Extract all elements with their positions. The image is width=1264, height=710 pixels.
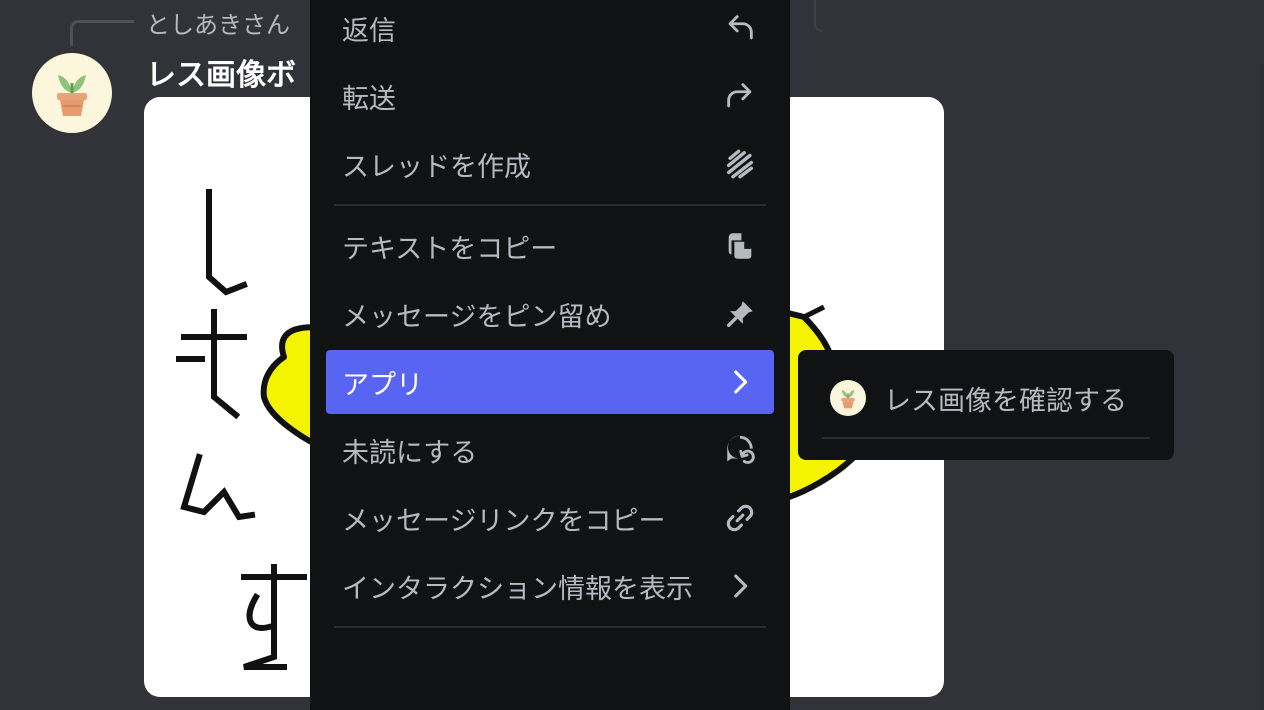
app-avatar: [830, 380, 866, 416]
menu-item-label: メッセージリンクをコピー: [342, 505, 666, 537]
menu-item-reply[interactable]: 返信: [326, 0, 774, 60]
reply-icon: [722, 10, 758, 46]
menu-item-apps[interactable]: アプリ: [326, 350, 774, 414]
threads-icon: [722, 146, 758, 182]
chevron-right-icon: [722, 364, 758, 400]
submenu-item-label: レス画像を確認する: [884, 385, 1127, 417]
submenu-separator: [822, 437, 1150, 439]
menu-item-label: 転送: [342, 83, 396, 115]
message-context-menu: 返信 転送 スレッドを作成 テキストをコピー メッセージをピン留め アプリ 未読…: [310, 0, 790, 710]
menu-separator: [334, 204, 766, 206]
menu-item-label: 未読にする: [342, 437, 478, 469]
menu-item-label: インタラクション情報を表示: [342, 573, 693, 605]
discord-window: としあきさん レス画像ボ 返信 転送 スレッドを作成 テキストをコピー メッセー…: [0, 0, 1264, 710]
pin-icon: [722, 296, 758, 332]
menu-item-copy-text[interactable]: テキストをコピー: [326, 214, 774, 278]
menu-item-label: メッセージをピン留め: [342, 301, 612, 333]
reply-connector-line: [70, 20, 134, 46]
bot-avatar[interactable]: [32, 53, 112, 133]
copy-icon: [722, 228, 758, 264]
forward-icon: [722, 78, 758, 114]
menu-item-pin-message[interactable]: メッセージをピン留め: [326, 282, 774, 346]
menu-item-forward[interactable]: 転送: [326, 64, 774, 128]
menu-item-label: スレッドを作成: [342, 151, 531, 183]
menu-item-copy-message-link[interactable]: メッセージリンクをコピー: [326, 486, 774, 550]
menu-item-create-thread[interactable]: スレッドを作成: [326, 132, 774, 196]
menu-item-label: 返信: [342, 15, 396, 47]
background-panel-edge: [814, 0, 822, 32]
mark-unread-icon: [722, 432, 758, 468]
menu-item-mark-unread[interactable]: 未読にする: [326, 418, 774, 482]
chevron-right-icon: [722, 568, 758, 604]
menu-item-label: テキストをコピー: [342, 233, 558, 265]
menu-item-interaction-info[interactable]: インタラクション情報を表示: [326, 554, 774, 618]
scrollbar-track[interactable]: [1260, 64, 1264, 710]
apps-submenu: レス画像を確認する: [798, 350, 1174, 460]
message-text: レス画像ボ: [146, 58, 296, 93]
reply-author-name[interactable]: としあきさん: [146, 5, 290, 40]
menu-item-label: アプリ: [342, 369, 423, 401]
potted-plant-icon: [57, 75, 87, 116]
link-icon: [722, 500, 758, 536]
menu-separator: [334, 626, 766, 628]
potted-plant-icon: [841, 389, 855, 409]
submenu-item-check-image[interactable]: レス画像を確認する: [814, 366, 1158, 430]
